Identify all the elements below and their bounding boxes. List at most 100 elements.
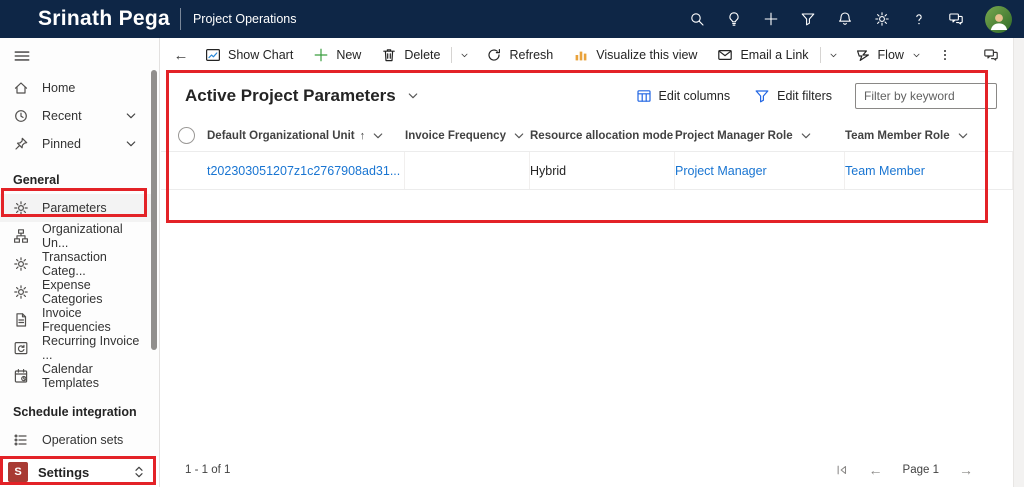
chevron-down-icon (123, 108, 139, 124)
delete-button[interactable]: Delete (371, 42, 450, 68)
toolbar-divider (819, 47, 821, 63)
chevron-down-icon (955, 128, 971, 144)
sidebar-item-transaction-categories[interactable]: Transaction Categ... (0, 250, 151, 278)
table-header: Default Organizational Unit ↑ Invoice Fr… (161, 120, 1013, 152)
sidebar-item-label: Recent (42, 109, 82, 123)
column-header-project-manager-role[interactable]: Project Manager Role (675, 128, 845, 144)
command-bar: ← Show Chart New Delete Refresh Visualiz… (161, 38, 1013, 72)
refresh-button[interactable]: Refresh (476, 42, 563, 68)
app-name: Project Operations (192, 12, 297, 26)
page-scrollbar[interactable] (1013, 38, 1024, 487)
sidebar-item-operation-sets[interactable]: Operation sets (0, 426, 151, 454)
column-header-team-member-role[interactable]: Team Member Role (845, 128, 1013, 144)
chevron-down-icon (511, 128, 527, 144)
button-label: New (336, 48, 362, 62)
sidebar-item-label: Expense Categories (42, 278, 103, 306)
view-selector[interactable]: Active Project Parameters (185, 86, 421, 106)
chart-icon (205, 47, 221, 63)
gear-icon[interactable] (874, 11, 890, 27)
select-all-checkbox[interactable] (178, 127, 195, 144)
column-header-default-organizational-unit[interactable]: Default Organizational Unit ↑ (207, 128, 405, 144)
column-label: Team Member Role (845, 129, 950, 142)
trash-icon (381, 47, 397, 63)
sidebar-item-calendar-templates[interactable]: Calendar Templates (0, 362, 151, 390)
invoice-document-icon (13, 312, 29, 328)
sidebar-item-parameters[interactable]: Parameters (0, 194, 151, 222)
filter-keyword-input[interactable] (855, 83, 997, 109)
previous-page-icon[interactable]: ← (869, 462, 883, 478)
sidebar-item-label: Parameters (42, 201, 107, 215)
chevron-down-icon (405, 88, 421, 104)
button-label: Flow (877, 48, 904, 62)
gear-icon (13, 284, 29, 300)
header-icon-group (689, 5, 1024, 33)
cell-default-organizational-unit: t202303051207z1c2767908ad31... (207, 152, 405, 189)
cell-resource-allocation-mode: Hybrid (530, 152, 675, 189)
record-link[interactable]: t202303051207z1c2767908ad31... (207, 164, 400, 178)
feedback-chat-icon[interactable] (948, 11, 964, 27)
status-bar: 1 - 1 of 1 ← Page 1 → (161, 453, 973, 487)
sidebar-item-home[interactable]: Home (0, 74, 151, 102)
delete-split-chevron[interactable] (453, 45, 476, 66)
column-header-invoice-frequency[interactable]: Invoice Frequency (405, 128, 530, 144)
email-split-chevron[interactable] (822, 45, 845, 66)
sidebar-item-label: Recurring Invoice ... (42, 334, 140, 362)
button-label: Email a Link (740, 48, 809, 62)
column-label: Invoice Frequency (405, 129, 506, 142)
table-row[interactable]: t202303051207z1c2767908ad31... Hybrid Pr… (161, 152, 1013, 190)
sidebar-item-organizational-units[interactable]: Organizational Un... (0, 222, 151, 250)
cell-invoice-frequency (405, 152, 530, 189)
sidebar-section-schedule-integration: Schedule integration (13, 405, 137, 419)
gear-icon (13, 256, 29, 272)
help-icon[interactable] (911, 11, 927, 27)
column-label: Project Manager Role (675, 129, 793, 142)
column-label: Resource allocation mode (530, 129, 674, 142)
brand-divider (179, 8, 181, 30)
chevron-down-icon (828, 50, 839, 61)
show-chart-button[interactable]: Show Chart (195, 42, 303, 68)
email-link-button[interactable]: Email a Link (707, 42, 818, 68)
recurring-invoice-icon (13, 340, 29, 356)
next-page-icon[interactable]: → (959, 462, 973, 478)
sidebar-item-invoice-frequencies[interactable]: Invoice Frequencies (0, 306, 151, 334)
back-icon[interactable]: ← (167, 47, 195, 64)
project-manager-role-link[interactable]: Project Manager (675, 164, 767, 178)
menu-icon[interactable] (13, 47, 31, 70)
calendar-icon (13, 368, 29, 384)
avatar[interactable] (985, 5, 1012, 33)
page-label: Page 1 (902, 464, 939, 476)
feedback-icon[interactable] (983, 47, 999, 66)
sidebar-item-label: Operation sets (42, 433, 124, 447)
row-select-cell (161, 152, 207, 189)
new-button[interactable]: New (303, 42, 371, 68)
column-header-resource-allocation-mode[interactable]: Resource allocation mode (530, 128, 675, 144)
sidebar-scrollbar[interactable] (151, 70, 157, 350)
quick-create-plus-icon[interactable] (763, 11, 779, 27)
button-label: Visualize this view (596, 48, 698, 62)
main-content: ← Show Chart New Delete Refresh Visualiz… (161, 38, 1013, 487)
search-icon[interactable] (689, 11, 705, 27)
sidebar-item-label: Invoice Frequencies (42, 306, 111, 334)
sidebar-item-recent[interactable]: Recent (0, 102, 151, 130)
notifications-bell-icon[interactable] (837, 11, 853, 27)
edit-columns-button[interactable]: Edit columns (627, 83, 740, 109)
overflow-button[interactable] (932, 43, 958, 67)
sidebar-nav: Home Recent Pinned General Parameters Or… (0, 74, 151, 454)
sidebar-item-expense-categories[interactable]: Expense Categories (0, 278, 151, 306)
filter-icon[interactable] (800, 11, 816, 27)
lightbulb-icon[interactable] (726, 11, 742, 27)
visualize-view-button[interactable]: Visualize this view (563, 42, 707, 68)
brand-title[interactable]: Srinath Pega (38, 7, 170, 31)
area-switcher-settings[interactable]: S Settings (0, 457, 159, 487)
chevron-up-down-icon (131, 464, 147, 480)
gear-icon (13, 200, 29, 216)
button-label: Show Chart (228, 48, 294, 62)
sidebar-item-pinned[interactable]: Pinned (0, 130, 151, 158)
edit-filters-button[interactable]: Edit filters (745, 83, 841, 109)
flow-button[interactable]: Flow (845, 42, 932, 68)
first-page-icon[interactable] (835, 463, 849, 477)
sidebar-item-recurring-invoice[interactable]: Recurring Invoice ... (0, 334, 151, 362)
view-header: Active Project Parameters Edit columns E… (161, 72, 1013, 120)
sidebar-section-general: General (13, 173, 60, 187)
team-member-role-link[interactable]: Team Member (845, 164, 925, 178)
